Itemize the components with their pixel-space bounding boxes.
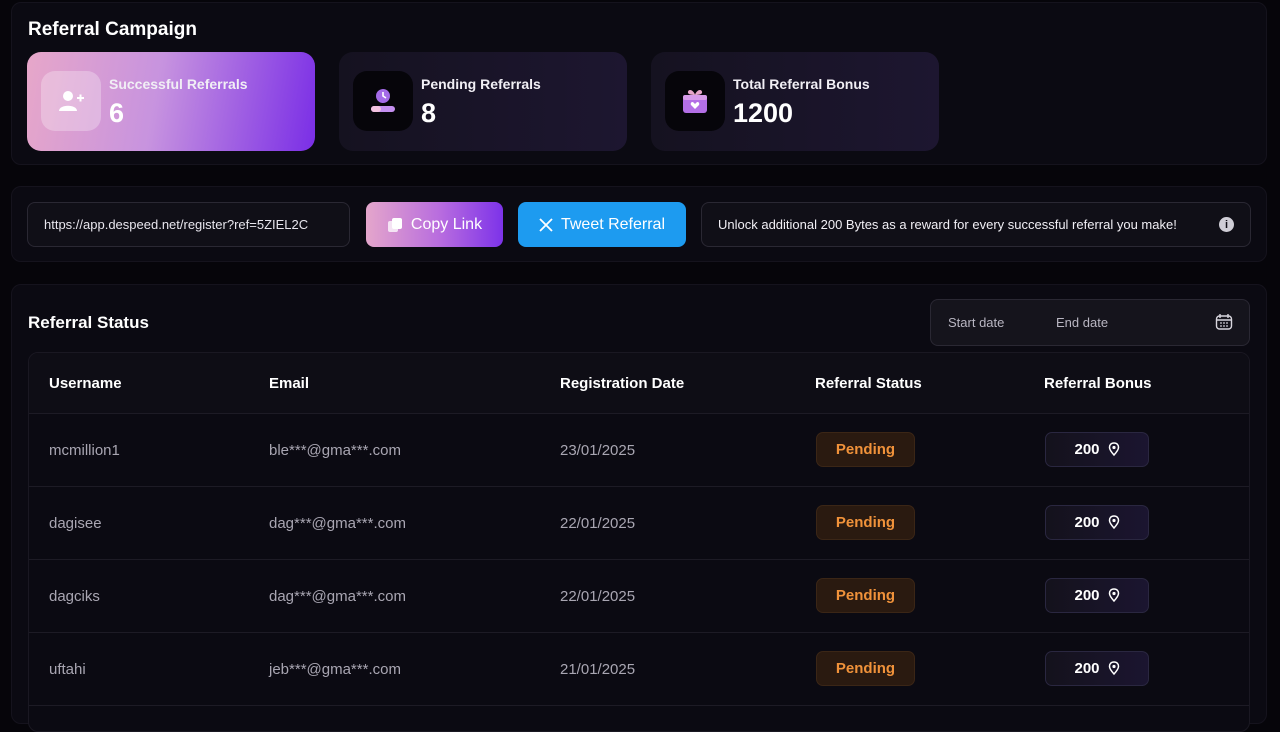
stat-value: 1200 xyxy=(733,98,794,128)
column-header-username: Username xyxy=(49,375,122,392)
stat-card-successful: Successful Referrals 6 xyxy=(27,52,315,151)
stat-label: Pending Referrals xyxy=(421,76,541,92)
bonus-value: 200 xyxy=(1074,587,1100,604)
stat-label: Total Referral Bonus xyxy=(733,76,870,92)
row-date: 22/01/2025 xyxy=(560,588,636,605)
status-badge: Pending xyxy=(816,578,915,613)
location-pin-icon xyxy=(1108,515,1119,530)
referral-status-panel: Referral Status Start date End date User… xyxy=(11,284,1267,732)
table-row: mcmillion1 ble***@gma***.com 23/01/2025 … xyxy=(29,414,1249,487)
reward-info-text: Unlock additional 200 Bytes as a reward … xyxy=(718,217,1177,232)
tweet-referral-button[interactable]: Tweet Referral xyxy=(518,202,686,247)
x-logo-icon xyxy=(539,217,553,232)
copy-icon xyxy=(387,217,402,232)
row-username: dagciks xyxy=(49,588,100,605)
bonus-badge: 200 xyxy=(1045,578,1149,613)
status-badge: Pending xyxy=(816,505,915,540)
row-date: 23/01/2025 xyxy=(560,442,636,459)
row-date: 21/01/2025 xyxy=(560,661,636,678)
pending-clock-icon xyxy=(353,71,413,131)
start-date-input[interactable]: Start date xyxy=(948,315,1004,330)
info-icon[interactable]: i xyxy=(1219,217,1234,232)
bonus-value: 200 xyxy=(1074,441,1100,458)
location-pin-icon xyxy=(1108,661,1119,676)
referral-link-input[interactable]: https://app.despeed.net/register?ref=5ZI… xyxy=(27,202,350,247)
row-email: dag***@gma***.com xyxy=(269,588,406,605)
gift-icon xyxy=(665,71,725,131)
stat-value: 6 xyxy=(109,98,125,128)
bonus-value: 200 xyxy=(1074,514,1100,531)
end-date-input[interactable]: End date xyxy=(1056,315,1108,330)
campaign-title: Referral Campaign xyxy=(28,19,197,40)
row-email: jeb***@gma***.com xyxy=(269,661,401,678)
row-username: dagisee xyxy=(49,515,102,532)
row-email: ble***@gma***.com xyxy=(269,442,401,459)
add-user-icon xyxy=(41,71,101,131)
table-row: dagciks dag***@gma***.com 22/01/2025 Pen… xyxy=(29,560,1249,633)
reward-info-box: Unlock additional 200 Bytes as a reward … xyxy=(701,202,1251,247)
status-badge: Pending xyxy=(816,432,915,467)
bonus-value: 200 xyxy=(1074,660,1100,677)
location-pin-icon xyxy=(1108,442,1119,457)
column-header-referral-bonus: Referral Bonus xyxy=(1044,375,1152,392)
stat-value: 8 xyxy=(421,98,437,128)
referral-link-bar: https://app.despeed.net/register?ref=5ZI… xyxy=(11,186,1267,262)
row-username: mcmillion1 xyxy=(49,442,120,459)
calendar-icon[interactable] xyxy=(1215,313,1233,331)
row-email: dag***@gma***.com xyxy=(269,515,406,532)
location-pin-icon xyxy=(1108,588,1119,603)
row-username: uftahi xyxy=(49,661,86,678)
tweet-referral-label: Tweet Referral xyxy=(560,215,666,233)
column-header-referral-status: Referral Status xyxy=(815,375,922,392)
stat-label: Successful Referrals xyxy=(109,76,248,92)
referral-table: Username Email Registration Date Referra… xyxy=(28,352,1250,732)
date-range-picker[interactable]: Start date End date xyxy=(930,299,1250,346)
status-badge: Pending xyxy=(816,651,915,686)
copy-link-button[interactable]: Copy Link xyxy=(366,202,503,247)
column-header-registration-date: Registration Date xyxy=(560,375,685,392)
referral-campaign-panel: Referral Campaign Successful Referrals 6… xyxy=(11,2,1267,165)
stat-card-bonus: Total Referral Bonus 1200 xyxy=(651,52,939,151)
bonus-badge: 200 xyxy=(1045,505,1149,540)
status-title: Referral Status xyxy=(28,313,149,332)
bonus-badge: 200 xyxy=(1045,651,1149,686)
column-header-email: Email xyxy=(269,375,310,392)
copy-link-label: Copy Link xyxy=(410,215,483,233)
stat-card-pending: Pending Referrals 8 xyxy=(339,52,627,151)
table-header: Username Email Registration Date Referra… xyxy=(29,353,1249,414)
bonus-badge: 200 xyxy=(1045,432,1149,467)
row-date: 22/01/2025 xyxy=(560,515,636,532)
table-row: dagisee dag***@gma***.com 22/01/2025 Pen… xyxy=(29,487,1249,560)
table-row: uftahi jeb***@gma***.com 21/01/2025 Pend… xyxy=(29,633,1249,706)
